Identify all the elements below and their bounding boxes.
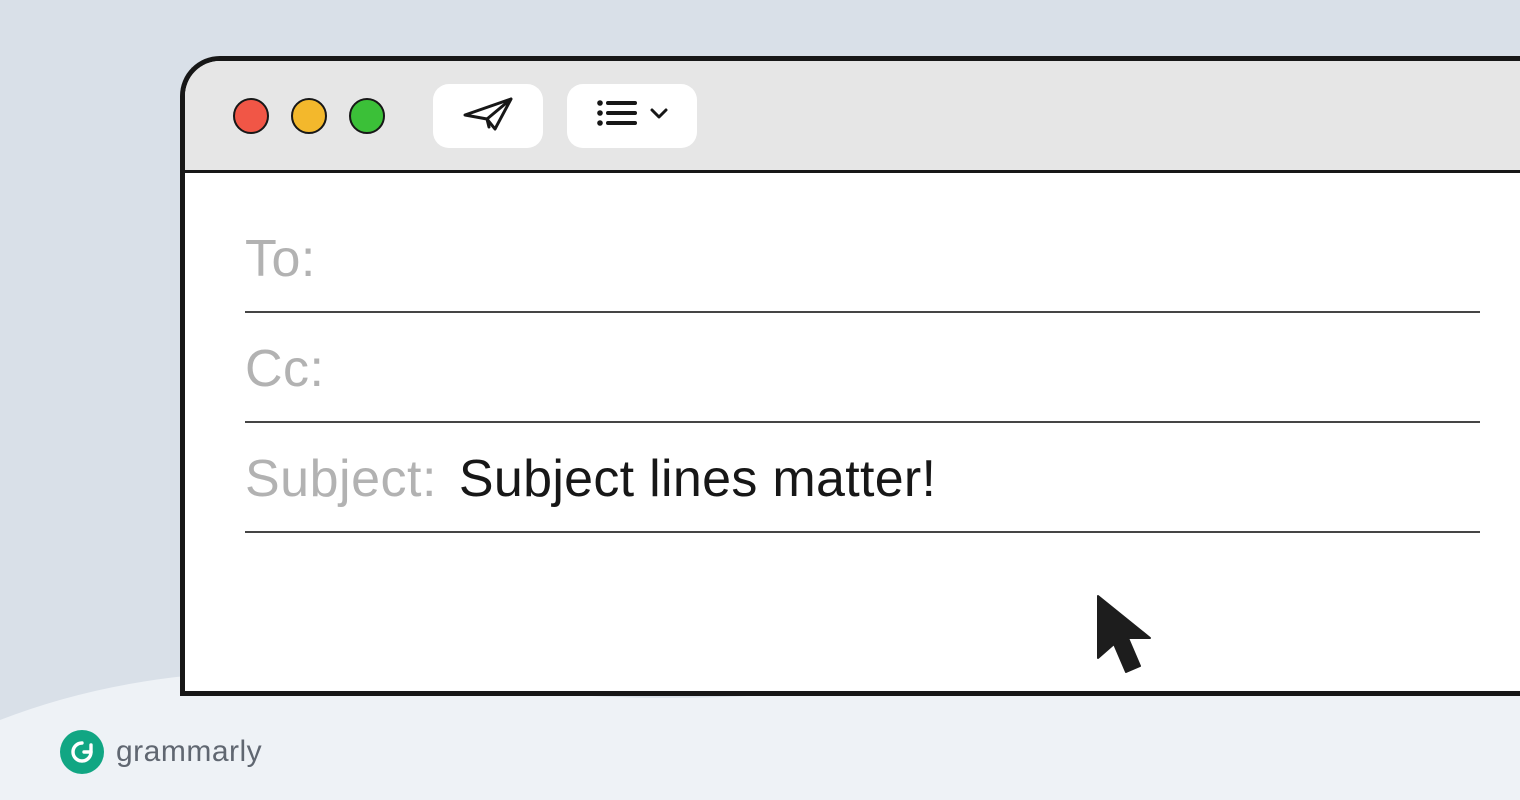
brand-logo: grammarly bbox=[60, 730, 262, 774]
paper-plane-icon bbox=[461, 93, 515, 138]
close-window-button[interactable] bbox=[233, 98, 269, 134]
to-field-row[interactable]: To: bbox=[245, 203, 1480, 313]
minimize-window-button[interactable] bbox=[291, 98, 327, 134]
list-icon bbox=[595, 97, 637, 134]
subject-field-row[interactable]: Subject: Subject lines matter! bbox=[245, 423, 1480, 533]
chevron-down-icon bbox=[649, 106, 669, 125]
zoom-window-button[interactable] bbox=[349, 98, 385, 134]
subject-value: Subject lines matter! bbox=[459, 449, 936, 509]
pointer-cursor-icon bbox=[1090, 590, 1168, 682]
traffic-lights bbox=[233, 98, 385, 134]
email-compose-window: To: Cc: Subject: Subject lines matter! bbox=[180, 56, 1520, 696]
send-button[interactable] bbox=[433, 84, 543, 148]
subject-label: Subject: bbox=[245, 449, 437, 509]
compose-fields: To: Cc: Subject: Subject lines matter! bbox=[185, 173, 1520, 533]
brand-name: grammarly bbox=[116, 735, 262, 769]
format-dropdown-button[interactable] bbox=[567, 84, 697, 148]
to-label: To: bbox=[245, 229, 316, 289]
window-toolbar bbox=[185, 61, 1520, 173]
cc-label: Cc: bbox=[245, 339, 325, 399]
cc-field-row[interactable]: Cc: bbox=[245, 313, 1480, 423]
grammarly-logo-icon bbox=[60, 730, 104, 774]
